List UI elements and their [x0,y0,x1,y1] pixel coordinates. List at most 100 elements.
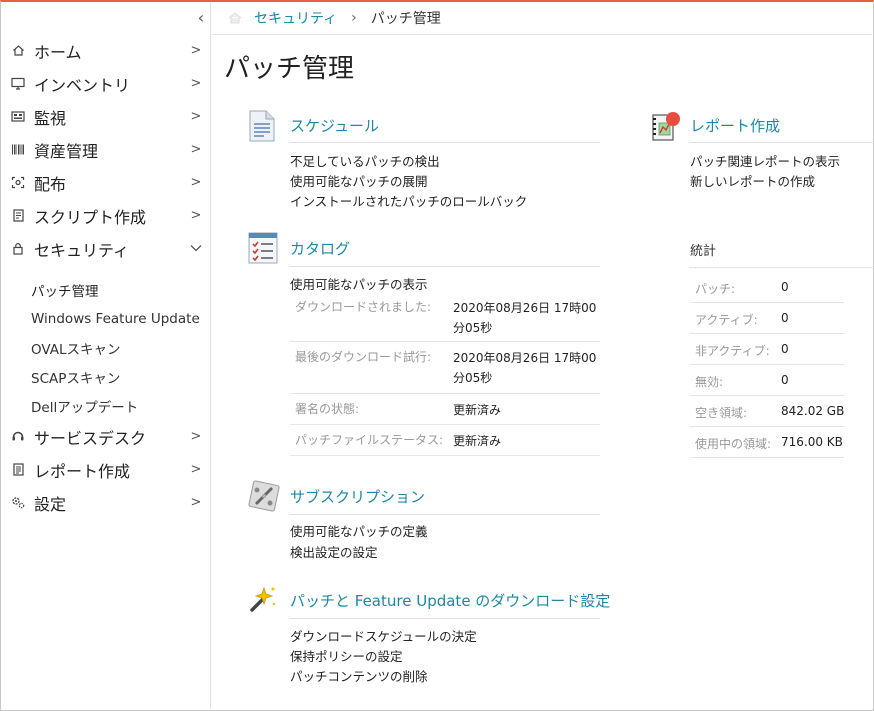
monitor-icon [10,76,26,92]
sidebar-item-home[interactable]: ホーム > [1,34,211,67]
chevron-right-icon: > [190,109,202,124]
section-title-download-settings[interactable]: パッチと Feature Update のダウンロード設定 [290,590,610,611]
sidebar-item-asset-management[interactable]: 資産管理 > [1,133,211,166]
section-title-subscription[interactable]: サブスクリプション [290,486,425,507]
sidebar-item-label: ホーム [34,42,82,62]
row-label: パッチ: [695,282,736,296]
row-value: 更新済み [453,403,502,417]
service-desk-icon [10,429,26,445]
chevron-right-icon: > [190,208,202,223]
home-icon[interactable] [228,12,242,24]
section-title-schedule[interactable]: スケジュール [290,115,379,136]
sidebar-item-label: セキュリティ [34,240,130,260]
breadcrumb-separator: › [351,10,357,26]
link-retention-policy[interactable]: 保持ポリシーの設定 [290,646,403,665]
deploy-icon [10,175,26,191]
chevron-right-icon: > [190,462,202,477]
sidebar-item-label: 資産管理 [34,141,99,161]
row-value: 0 [781,311,789,325]
breadcrumb: セキュリティ › パッチ管理 [212,2,872,35]
stats-row-patches: パッチ: 0 [690,272,844,303]
sidebar-item-inventory[interactable]: インベントリ > [1,67,211,100]
link-define-available-patches[interactable]: 使用可能なパッチの定義 [290,521,428,540]
report-icon [10,462,26,478]
section-title-catalog[interactable]: カタログ [290,238,350,259]
link-detection-settings[interactable]: 検出設定の設定 [290,542,378,561]
link-view-available-patches[interactable]: 使用可能なパッチの表示 [290,274,428,293]
row-value: 更新済み [453,434,502,448]
home-icon [10,43,26,59]
row-value: 0 [781,280,789,294]
link-deploy-available-patches[interactable]: 使用可能なパッチの展開 [290,171,428,190]
stats-row-inactive: 非アクティブ: 0 [690,334,844,365]
sidebar-item-label: インベントリ [34,75,131,95]
sidebar-item-label: レポート作成 [34,461,131,481]
barcode-icon [10,142,26,158]
link-rollback-installed-patches[interactable]: インストールされたパッチのロールバック [290,191,527,210]
catalog-row-downloaded: ダウンロードされました: 2020年08月26日 17時00分05秒 [290,292,600,342]
link-create-new-report[interactable]: 新しいレポートの作成 [690,171,815,190]
row-label: 最後のダウンロード試行: [295,350,432,364]
settings-icon [10,495,26,511]
sidebar-item-service-desk[interactable]: サービスデスク > [1,420,211,453]
link-delete-patch-content[interactable]: パッチコンテンツの削除 [290,666,428,685]
dashboard-icon [10,109,26,125]
checklist-icon [248,232,278,264]
row-label: アクティブ: [695,313,758,327]
sidebar-item-scripting[interactable]: スクリプト作成 > [1,199,211,232]
sidebar-subitem-scap-scan[interactable]: SCAPスキャン [31,363,120,391]
page-title: パッチ管理 [224,54,355,84]
row-value: 716.00 KB [781,435,843,449]
sidebar-item-label: サービスデスク [34,428,147,448]
link-download-schedule[interactable]: ダウンロードスケジュールの決定 [290,626,477,645]
row-value: 0 [781,342,789,356]
sidebar-item-distribution[interactable]: 配布 > [1,166,211,199]
stats-row-used-space: 使用中の領域: 716.00 KB [690,427,844,458]
chevron-right-icon: > [190,76,202,91]
sidebar-item-reports[interactable]: レポート作成 > [1,453,211,486]
row-value: 2020年08月26日 17時00分05秒 [453,351,597,385]
chevron-right-icon: > [190,175,202,190]
sidebar-item-security[interactable]: セキュリティ [1,232,211,265]
chevron-down-icon [186,241,206,256]
chevron-right-icon: > [190,495,202,510]
sidebar-subitem-windows-feature-update[interactable]: Windows Feature Update [31,305,200,333]
breadcrumb-current: パッチ管理 [370,11,441,27]
sidebar-subitem-patch-management[interactable]: パッチ管理 [31,276,99,304]
sidebar-item-label: 監視 [34,108,67,128]
row-label: パッチファイルステータス: [295,433,444,447]
document-icon [248,110,278,142]
link-detect-missing-patches[interactable]: 不足しているパッチの検出 [290,151,440,170]
row-label: ダウンロードされました: [295,300,432,314]
catalog-row-signature-status: 署名の状態: 更新済み [290,394,600,425]
divider [689,267,874,268]
sidebar-item-monitoring[interactable]: 監視 > [1,100,211,133]
row-label: 使用中の領域: [695,437,772,451]
divider [289,266,600,267]
collapse-sidebar-icon[interactable]: ‹ [193,8,209,28]
row-label: 非アクティブ: [695,344,770,358]
subscription-icon [248,480,280,512]
sidebar-item-settings[interactable]: 設定 > [1,486,211,519]
breadcrumb-link-security[interactable]: セキュリティ [254,8,337,28]
stats-row-free-space: 空き領域: 842.02 GB [690,396,844,427]
chevron-right-icon: > [190,142,202,157]
catalog-row-patch-file-status: パッチファイルステータス: 更新済み [290,425,600,456]
chevron-right-icon: > [190,429,202,444]
link-view-patch-reports[interactable]: パッチ関連レポートの表示 [690,151,840,170]
chevron-right-icon: > [190,43,202,58]
row-label: 無効: [695,375,724,389]
row-label: 署名の状態: [295,402,360,416]
sidebar-subitem-dell-update[interactable]: Dellアップデート [31,392,138,420]
sidebar-item-label: 設定 [34,494,67,514]
row-value: 2020年08月26日 17時00分05秒 [453,301,597,335]
script-icon [10,208,26,224]
sidebar-item-label: 配布 [34,174,67,194]
stats-row-active: アクティブ: 0 [690,303,844,334]
divider [289,618,600,619]
divider [289,514,600,515]
lock-icon [10,241,26,257]
sidebar-subitem-oval-scan[interactable]: OVALスキャン [31,334,121,362]
section-title-reports[interactable]: レポート作成 [690,115,780,136]
divider [289,142,600,143]
